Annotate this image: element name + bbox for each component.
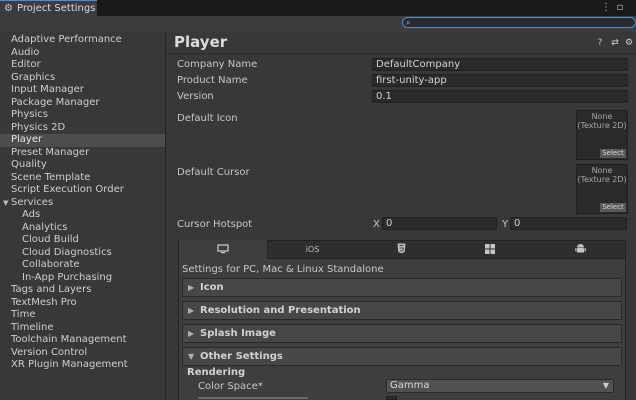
search-icon: ⌕ <box>406 18 411 27</box>
select-button[interactable]: Select <box>600 149 626 158</box>
search-input[interactable]: ⌕ <box>402 17 636 28</box>
tab-webgl[interactable] <box>357 240 445 259</box>
foldout-splash-image[interactable]: ▶ Splash Image <box>182 324 622 343</box>
sidebar-item-services[interactable]: ▼ Services <box>0 197 164 210</box>
sidebar-item-xr-plugin-management[interactable]: XR Plugin Management <box>0 359 175 372</box>
title-bar: ⚙ Project Settings ⋮ ▫ <box>0 0 636 16</box>
tab-label: Project Settings <box>17 3 96 14</box>
foldout-other-settings[interactable]: ▼ Other Settings <box>182 347 622 366</box>
cursor-hotspot-label: Cursor Hotspot <box>177 219 253 230</box>
collapsed-arrow-icon: ▶ <box>188 283 195 292</box>
sidebar-item-in-app-purchasing[interactable]: In-App Purchasing <box>0 272 186 285</box>
tab-ios[interactable]: iOS <box>268 240 357 259</box>
sidebar-item-textmesh-pro[interactable]: TextMesh Pro <box>0 297 175 310</box>
foldout-label: Icon <box>200 282 224 293</box>
expand-arrow-icon[interactable]: ▼ <box>3 197 8 210</box>
windows-icon <box>485 243 495 256</box>
sidebar-item-collaborate[interactable]: Collaborate <box>0 259 186 272</box>
foldout-label: Other Settings <box>200 351 283 362</box>
sidebar-item-adaptive-performance[interactable]: Adaptive Performance <box>0 34 175 47</box>
foldout-icon-section[interactable]: ▶ Icon <box>182 278 622 297</box>
sidebar-item-analytics[interactable]: Analytics <box>0 222 186 235</box>
settings-for-text: Settings for PC, Mac & Linux Standalone <box>182 264 384 275</box>
company-name-field[interactable]: DefaultCompany <box>372 58 628 71</box>
color-space-dropdown[interactable]: Gamma ▼ <box>386 379 614 393</box>
sidebar-item-label: Services <box>11 196 54 208</box>
monitor-icon <box>217 243 229 256</box>
foldout-label: Splash Image <box>200 328 276 339</box>
product-name-label: Product Name <box>177 75 248 86</box>
hotspot-x-label: X <box>373 219 380 230</box>
maximize-icon[interactable]: ▫ <box>614 2 626 14</box>
foldout-label: Resolution and Presentation <box>200 305 361 316</box>
sidebar-item-cloud-diagnostics[interactable]: Cloud Diagnostics <box>0 247 186 260</box>
html5-icon <box>397 243 406 256</box>
expanded-arrow-icon: ▼ <box>188 352 195 361</box>
sidebar-item-physics[interactable]: Physics <box>0 109 175 122</box>
product-name-field[interactable]: first-unity-app <box>372 74 628 87</box>
hotspot-y-field[interactable]: 0 <box>510 217 627 230</box>
default-icon-label: Default Icon <box>177 113 238 124</box>
version-label: Version <box>177 91 214 102</box>
more-icon[interactable]: ⋮ <box>600 2 612 14</box>
sidebar-item-script-execution-order[interactable]: Script Execution Order <box>0 184 175 197</box>
sidebar-item-package-manager[interactable]: Package Manager <box>0 97 175 110</box>
collapsed-arrow-icon: ▶ <box>188 329 195 338</box>
slot-none-text: None <box>591 166 613 175</box>
tab-standalone[interactable] <box>178 240 268 259</box>
sidebar-item-cloud-build[interactable]: Cloud Build <box>0 234 186 247</box>
slot-none-text: None <box>591 112 613 121</box>
clipped-setting-row <box>198 395 318 400</box>
sidebar-item-toolchain-management[interactable]: Toolchain Management <box>0 334 175 347</box>
tab-windows[interactable] <box>445 240 535 259</box>
rendering-heading: Rendering <box>187 367 246 378</box>
sidebar-item-version-control[interactable]: Version Control <box>0 347 175 360</box>
select-button[interactable]: Select <box>600 203 626 212</box>
tab-android[interactable] <box>535 240 626 259</box>
sidebar-item-ads[interactable]: Ads <box>0 209 186 222</box>
sidebar-item-scene-template[interactable]: Scene Template <box>0 172 175 185</box>
sidebar-item-audio[interactable]: Audio <box>0 47 175 60</box>
gear-icon: ⚙ <box>4 2 13 14</box>
project-settings-tab[interactable]: ⚙ Project Settings <box>0 0 97 16</box>
company-name-label: Company Name <box>177 59 258 70</box>
slot-type-text: (Texture 2D) <box>577 121 627 130</box>
default-cursor-label: Default Cursor <box>177 167 250 178</box>
collapsed-arrow-icon: ▶ <box>188 306 195 315</box>
slot-type-text: (Texture 2D) <box>577 175 627 184</box>
preset-icon[interactable]: ⇄ <box>610 38 620 48</box>
sidebar-item-player[interactable]: Player <box>0 134 175 147</box>
chevron-down-icon: ▼ <box>602 381 609 390</box>
header-divider <box>166 53 636 54</box>
sidebar-item-physics-2d[interactable]: Physics 2D <box>0 122 175 135</box>
clipped-checkbox[interactable] <box>386 396 397 400</box>
sidebar-item-tags-and-layers[interactable]: Tags and Layers <box>0 284 175 297</box>
hotspot-x-field[interactable]: 0 <box>382 217 497 230</box>
sidebar-item-preset-manager[interactable]: Preset Manager <box>0 147 175 160</box>
sidebar-item-quality[interactable]: Quality <box>0 159 175 172</box>
sidebar-item-input-manager[interactable]: Input Manager <box>0 84 175 97</box>
foldout-resolution-and-presentation[interactable]: ▶ Resolution and Presentation <box>182 301 622 320</box>
sidebar-item-timeline[interactable]: Timeline <box>0 322 175 335</box>
sidebar-item-graphics[interactable]: Graphics <box>0 72 175 85</box>
dropdown-value: Gamma <box>390 380 430 391</box>
settings-icon[interactable]: ⚙ <box>624 38 634 48</box>
hotspot-y-label: Y <box>502 219 509 230</box>
tab-ios-label: iOS <box>305 245 320 254</box>
sidebar-item-time[interactable]: Time <box>0 309 175 322</box>
default-cursor-slot[interactable]: None (Texture 2D) Select <box>576 164 628 214</box>
sidebar-item-editor[interactable]: Editor <box>0 59 175 72</box>
help-icon[interactable]: ? <box>595 38 605 48</box>
version-field[interactable]: 0.1 <box>372 90 628 103</box>
android-icon <box>575 243 586 256</box>
page-title: Player <box>174 33 228 51</box>
sidebar: Adaptive Performance Audio Editor Graphi… <box>0 32 175 400</box>
default-icon-slot[interactable]: None (Texture 2D) Select <box>576 110 628 160</box>
color-space-label: Color Space* <box>198 381 263 392</box>
